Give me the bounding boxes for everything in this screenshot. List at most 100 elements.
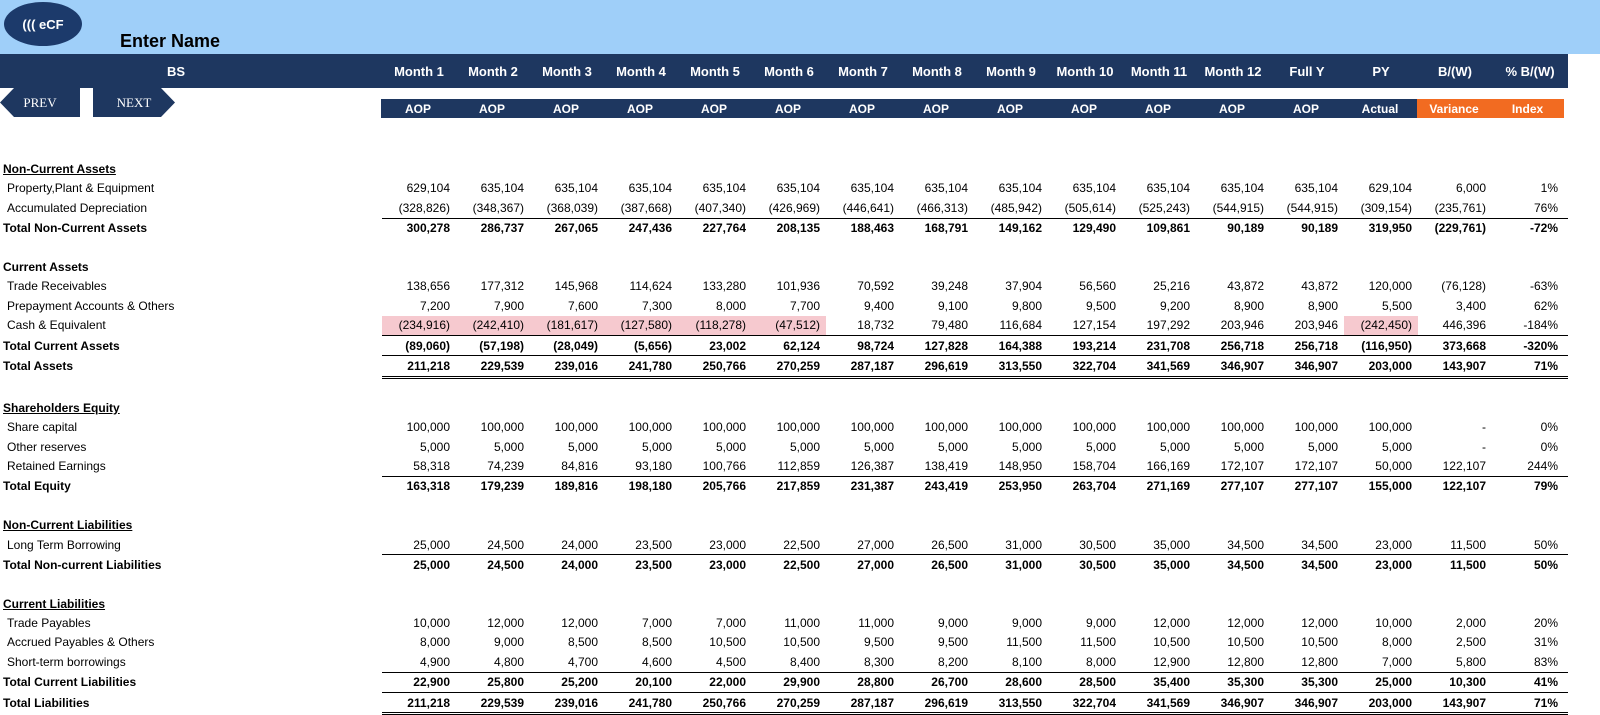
value-cell[interactable]: (544,915) [1196,198,1270,218]
value-cell[interactable]: 267,065 [530,217,604,238]
value-cell[interactable]: (76,128) [1418,277,1492,296]
value-cell[interactable]: 79% [1492,475,1568,497]
page-title[interactable]: Enter Name [120,31,220,52]
value-cell[interactable]: 100,000 [530,417,604,436]
value-cell[interactable]: 322,704 [1048,691,1122,715]
value-cell[interactable]: 12,900 [1122,652,1196,672]
value-cell[interactable]: (328,826) [382,198,456,218]
row-label[interactable]: Property,Plant & Equipment [0,179,382,198]
row-label[interactable]: Total Equity [0,476,382,496]
value-cell[interactable]: 12,800 [1270,652,1344,672]
value-cell[interactable]: (242,450) [1344,315,1418,336]
value-cell[interactable]: 250,766 [678,355,752,379]
value-cell[interactable]: 22,500 [752,535,826,555]
value-cell[interactable]: 296,619 [900,355,974,379]
value-cell[interactable]: 5,000 [1270,437,1344,456]
value-cell[interactable]: 39,248 [900,277,974,296]
value-cell[interactable]: 9,800 [974,296,1048,315]
value-cell[interactable]: 71% [1492,691,1568,715]
value-cell[interactable]: 5,000 [974,437,1048,456]
value-cell[interactable]: (116,950) [1344,334,1418,356]
value-cell[interactable]: 9,500 [1048,296,1122,315]
value-cell[interactable]: 8,200 [900,652,974,672]
value-cell[interactable]: 286,737 [456,217,530,238]
value-cell[interactable]: 4,600 [604,652,678,672]
value-cell[interactable]: 101,936 [752,277,826,296]
value-cell[interactable]: 122,107 [1418,475,1492,497]
value-cell[interactable]: 629,104 [1344,179,1418,198]
row-label[interactable]: Trade Receivables [0,277,382,296]
value-cell[interactable]: 5,000 [752,437,826,456]
value-cell[interactable]: 253,950 [974,475,1048,497]
value-cell[interactable]: 346,907 [1270,691,1344,715]
value-cell[interactable]: (89,060) [382,334,456,356]
value-cell[interactable]: 256,718 [1196,334,1270,356]
value-cell[interactable]: 31,000 [974,535,1048,555]
value-cell[interactable]: 12,000 [1122,613,1196,632]
value-cell[interactable]: 4,800 [456,652,530,672]
value-cell[interactable]: 172,107 [1270,456,1344,476]
value-cell[interactable]: 346,907 [1196,691,1270,715]
value-cell[interactable]: 177,312 [456,277,530,296]
value-cell[interactable]: (525,243) [1122,198,1196,218]
value-cell[interactable]: 239,016 [530,691,604,715]
value-cell[interactable]: 114,624 [604,277,678,296]
value-cell[interactable]: 277,107 [1196,475,1270,497]
value-cell[interactable]: 203,000 [1344,691,1418,715]
row-label[interactable]: Current Liabilities [0,594,382,613]
value-cell[interactable]: 34,500 [1196,535,1270,555]
value-cell[interactable]: 287,187 [826,355,900,379]
value-cell[interactable]: 635,104 [456,179,530,198]
value-cell[interactable]: (368,039) [530,198,604,218]
value-cell[interactable]: (466,313) [900,198,974,218]
value-cell[interactable]: 4,700 [530,652,604,672]
value-cell[interactable]: 313,550 [974,355,1048,379]
row-label[interactable]: Long Term Borrowing [0,535,382,555]
value-cell[interactable]: (544,915) [1270,198,1344,218]
value-cell[interactable]: 12,800 [1196,652,1270,672]
value-cell[interactable]: 300,278 [382,217,456,238]
value-cell[interactable]: 20,100 [604,671,678,693]
value-cell[interactable]: 8,500 [604,633,678,652]
value-cell[interactable]: 241,780 [604,355,678,379]
value-cell[interactable]: 100,000 [456,417,530,436]
value-cell[interactable]: 50% [1492,535,1568,555]
value-cell[interactable]: 79,480 [900,316,974,336]
value-cell[interactable]: 10,000 [382,613,456,632]
value-cell[interactable]: 164,388 [974,334,1048,356]
value-cell[interactable]: 244% [1492,456,1568,476]
row-label[interactable]: Total Current Liabilities [0,672,382,692]
value-cell[interactable]: 100,000 [1196,417,1270,436]
value-cell[interactable]: 35,300 [1196,671,1270,693]
value-cell[interactable]: 341,569 [1122,355,1196,379]
value-cell[interactable]: 9,500 [900,633,974,652]
value-cell[interactable]: 179,239 [456,475,530,497]
value-cell[interactable]: 100,000 [1048,417,1122,436]
value-cell[interactable]: 231,387 [826,475,900,497]
row-label[interactable]: Retained Earnings [0,456,382,476]
row-label[interactable]: Total Current Assets [0,335,382,355]
value-cell[interactable]: 0% [1492,417,1568,436]
value-cell[interactable]: 168,791 [900,217,974,238]
prev-button[interactable]: PREV [0,88,80,117]
value-cell[interactable]: 208,135 [752,217,826,238]
value-cell[interactable]: 20% [1492,613,1568,632]
value-cell[interactable]: 203,946 [1196,316,1270,336]
value-cell[interactable]: 296,619 [900,691,974,715]
value-cell[interactable]: 6,000 [1418,179,1492,198]
value-cell[interactable]: 203,000 [1344,355,1418,379]
value-cell[interactable]: 127,828 [900,334,974,356]
row-label[interactable]: Shareholders Equity [0,398,382,417]
value-cell[interactable]: 5,800 [1418,652,1492,672]
value-cell[interactable]: 9,400 [826,296,900,315]
value-cell[interactable]: 83% [1492,652,1568,672]
value-cell[interactable]: 11,500 [1418,535,1492,555]
value-cell[interactable]: 12,000 [1270,613,1344,632]
value-cell[interactable]: 62% [1492,296,1568,315]
value-cell[interactable]: 23,000 [678,554,752,575]
value-cell[interactable]: 71% [1492,355,1568,379]
value-cell[interactable]: (57,198) [456,334,530,356]
value-cell[interactable]: 446,396 [1418,316,1492,336]
value-cell[interactable]: 7,600 [530,296,604,315]
value-cell[interactable]: 12,000 [1196,613,1270,632]
